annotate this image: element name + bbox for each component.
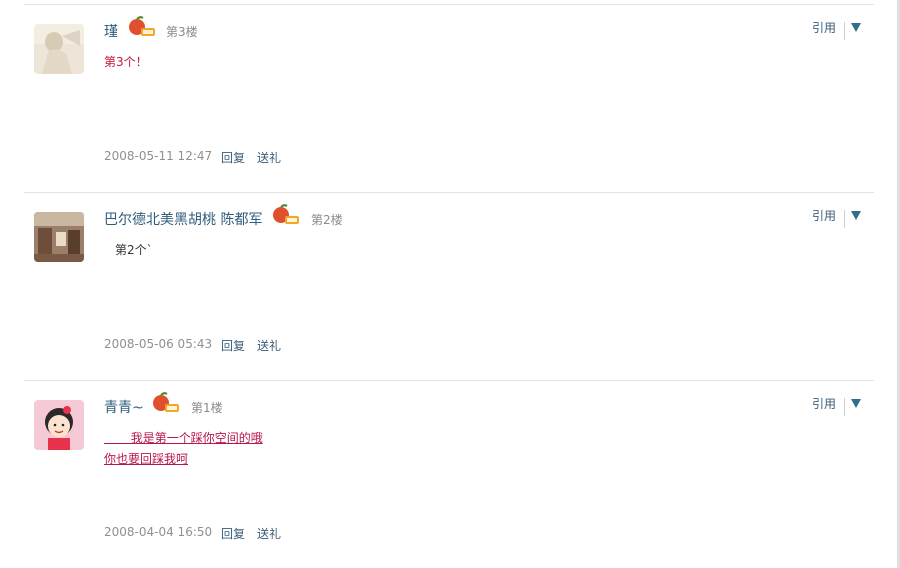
comment-content: 第3个！ — [104, 52, 148, 73]
comment-post-floor-1: 青青~ 第1楼 我是第一个踩你空间的哦 你也要回踩我呵 2008-04-04 1… — [0, 380, 900, 568]
reply-link[interactable]: 回复 — [221, 149, 245, 166]
gift-link[interactable]: 送礼 — [257, 149, 281, 166]
peach-level-badge-icon — [271, 204, 301, 226]
quote-button[interactable]: 引用 — [812, 207, 836, 224]
comment-post-floor-3: 瑾 第3楼 第3个！ 2008-05-11 12:47 回复 送礼 引用 — [0, 4, 900, 192]
timestamp: 2008-05-11 12:47 — [104, 149, 213, 163]
timestamp: 2008-05-06 05:43 — [104, 337, 213, 351]
chevron-down-icon[interactable] — [851, 399, 861, 408]
floor-label: 第3楼 — [166, 25, 198, 39]
comment-line: 第3个！ — [104, 55, 148, 69]
chevron-down-icon[interactable] — [851, 211, 861, 220]
avatar[interactable] — [34, 212, 84, 262]
timestamp: 2008-04-04 16:50 — [104, 525, 213, 539]
username[interactable]: 巴尔德北美黑胡桃 陈都军 — [104, 209, 262, 229]
reply-link[interactable]: 回复 — [221, 525, 245, 542]
quote-button[interactable]: 引用 — [812, 395, 836, 412]
peach-level-badge-icon — [151, 392, 181, 414]
quote-separator — [844, 22, 845, 40]
peach-level-badge-icon — [127, 16, 157, 38]
comment-content[interactable]: 我是第一个踩你空间的哦 你也要回踩我呵 — [104, 428, 263, 470]
comment-line[interactable]: 你也要回踩我呵 — [104, 449, 263, 470]
floor-label: 第1楼 — [191, 401, 223, 415]
username[interactable]: 瑾 — [104, 21, 118, 41]
username[interactable]: 青青~ — [104, 397, 144, 417]
quote-separator — [844, 210, 845, 228]
gift-link[interactable]: 送礼 — [257, 525, 281, 542]
gift-link[interactable]: 送礼 — [257, 337, 281, 354]
comment-line[interactable]: 我是第一个踩你空间的哦 — [104, 428, 263, 449]
quote-button[interactable]: 引用 — [812, 19, 836, 36]
comment-post-floor-2: 巴尔德北美黑胡桃 陈都军 第2楼 第2个` 2008-05-06 05:43 回… — [0, 192, 900, 380]
avatar[interactable] — [34, 400, 84, 450]
quote-separator — [844, 398, 845, 416]
comment-content: 第2个` — [115, 240, 153, 261]
reply-link[interactable]: 回复 — [221, 337, 245, 354]
avatar[interactable] — [34, 24, 84, 74]
comment-line: 第2个` — [115, 243, 153, 257]
floor-label: 第2楼 — [311, 213, 343, 227]
chevron-down-icon[interactable] — [851, 23, 861, 32]
